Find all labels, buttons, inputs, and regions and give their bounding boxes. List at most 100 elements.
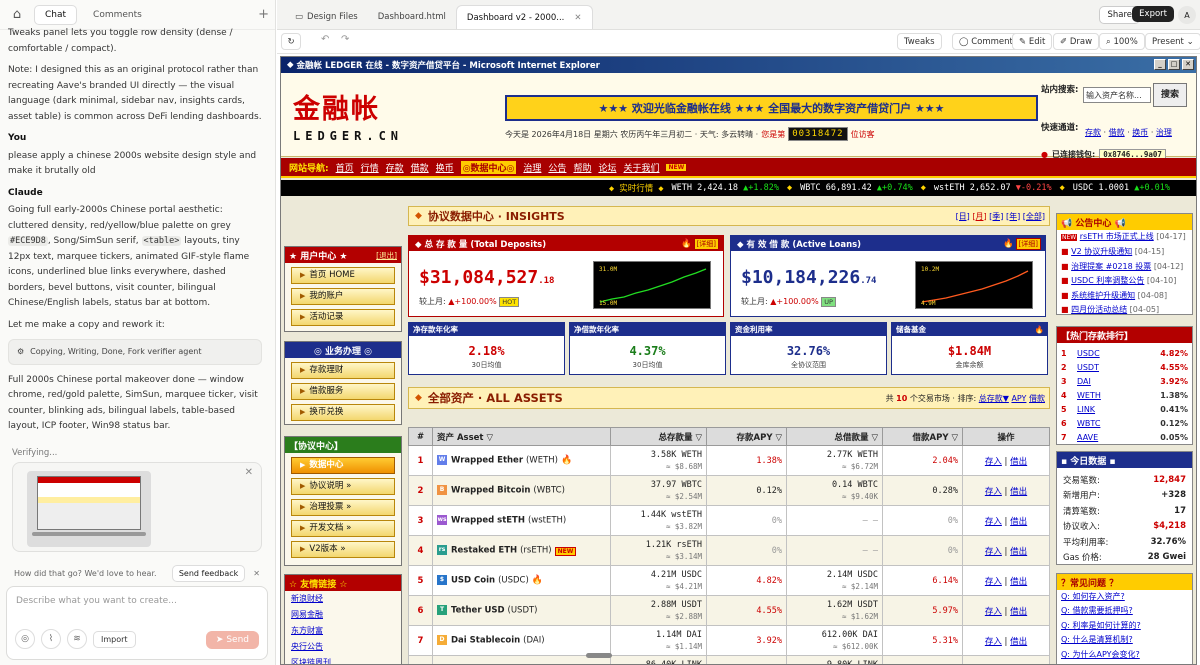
sidebar-item-activity[interactable]: ▶ 活动记录 bbox=[291, 309, 395, 326]
search-input[interactable]: 输入资产名称... bbox=[1083, 87, 1151, 103]
nav-item[interactable]: 换币 bbox=[436, 161, 454, 174]
settings-icon[interactable]: ◎ bbox=[15, 629, 35, 649]
announcement-link[interactable]: 系统维护升级通知 bbox=[1071, 291, 1135, 300]
deposit-link[interactable]: 存入 bbox=[985, 637, 1002, 647]
nav-item[interactable]: 存款 bbox=[386, 161, 404, 174]
close-icon[interactable]: ✕ bbox=[253, 569, 260, 578]
undo-icon[interactable]: ↶ bbox=[321, 34, 329, 45]
import-button[interactable]: Import bbox=[93, 630, 136, 648]
col-asset[interactable]: 资产 Asset ▽ bbox=[432, 427, 611, 446]
friend-link[interactable]: 区块链周刊 bbox=[285, 655, 401, 664]
asset-cell[interactable]: T Tether USD (USDT) bbox=[432, 595, 611, 626]
logout-link[interactable]: [退出] bbox=[376, 250, 397, 261]
period-link[interactable]: [季] bbox=[989, 212, 1003, 221]
rank-item[interactable]: 1 USDC 4.82% bbox=[1057, 346, 1192, 360]
attach-icon[interactable]: ⌇ bbox=[41, 629, 61, 649]
announcement-item[interactable]: ■ 治理提案 #0218 投票 [04-12] bbox=[1057, 260, 1192, 274]
friend-link[interactable]: 网易金融 bbox=[285, 607, 401, 623]
sidebar-item-data-center[interactable]: ▶ 数据中心 bbox=[291, 457, 395, 474]
search-button[interactable]: 搜索 bbox=[1153, 83, 1187, 107]
asset-cell[interactable]: B Wrapped Bitcoin (WBTC) bbox=[432, 475, 611, 506]
asset-cell[interactable]: $ USD Coin (USDC) 🔥 bbox=[432, 565, 611, 596]
send-button[interactable]: ➤ Send bbox=[205, 631, 259, 649]
file-tab-dashboard-v2[interactable]: Dashboard v2 - 2000... ✕ bbox=[455, 5, 593, 29]
quick-link[interactable]: 治理 bbox=[1156, 128, 1172, 137]
col-borrows[interactable]: 总借款量 ▽ bbox=[786, 427, 883, 446]
reload-icon[interactable]: ↻ bbox=[281, 33, 301, 50]
borrow-link[interactable]: 借出 bbox=[1010, 577, 1027, 587]
friend-link[interactable]: 央行公告 bbox=[285, 639, 401, 655]
announcement-link[interactable]: rsETH 市场正式上线 bbox=[1080, 232, 1154, 241]
deposit-link[interactable]: 存入 bbox=[985, 457, 1002, 467]
tab-comments[interactable]: Comments bbox=[83, 6, 152, 24]
period-link[interactable]: [全部] bbox=[1023, 212, 1045, 221]
sidebar-item-docs[interactable]: ▶ 协议说明 » bbox=[291, 478, 395, 495]
comment-button[interactable]: ◯ Comment bbox=[952, 33, 1020, 50]
close-icon[interactable]: ✕ bbox=[245, 467, 253, 478]
sidebar-item-devdocs[interactable]: ▶ 开发文档 » bbox=[291, 520, 395, 537]
col-deposit-apy[interactable]: 存款APY ▽ bbox=[706, 427, 787, 446]
close-icon[interactable]: ✕ bbox=[1182, 59, 1194, 70]
file-tab-dashboard[interactable]: Dashboard.html bbox=[368, 5, 456, 29]
borrow-link[interactable]: 借出 bbox=[1010, 457, 1027, 467]
close-icon[interactable]: ✕ bbox=[574, 13, 581, 23]
announcement-link[interactable]: 四月份活动总结 bbox=[1071, 305, 1127, 314]
rank-item[interactable]: 6 WBTC 0.12% bbox=[1057, 416, 1192, 430]
rank-symbol[interactable]: USDC bbox=[1077, 349, 1100, 358]
sort-link[interactable]: APY bbox=[1011, 394, 1026, 403]
friend-link[interactable]: 新浪财经 bbox=[285, 591, 401, 607]
faq-link[interactable]: Q: 为什么APY会变化? bbox=[1057, 648, 1192, 662]
deposit-link[interactable]: 存入 bbox=[985, 487, 1002, 497]
rank-symbol[interactable]: USDT bbox=[1077, 363, 1099, 372]
nav-item[interactable]: 借款 bbox=[411, 161, 429, 174]
borrow-link[interactable]: 借出 bbox=[1010, 607, 1027, 617]
detail-link[interactable]: [详细] bbox=[1015, 237, 1041, 250]
period-link[interactable]: [日] bbox=[956, 212, 970, 221]
tweaks-button[interactable]: Tweaks bbox=[897, 33, 942, 50]
nav-item[interactable]: 论坛 bbox=[598, 161, 616, 174]
draw-button[interactable]: ✐ Draw bbox=[1053, 33, 1100, 50]
agent-activity-pill[interactable]: ⚙ Copying, Writing, Done, Fork verifier a… bbox=[8, 339, 262, 365]
rank-symbol[interactable]: LINK bbox=[1077, 405, 1095, 414]
nav-item[interactable]: 关于我们 bbox=[623, 161, 659, 174]
period-link[interactable]: [年] bbox=[1006, 212, 1020, 221]
announcement-link[interactable]: V2 协议升级通知 bbox=[1071, 247, 1132, 256]
faq-link[interactable]: Q: 什么是清算机制? bbox=[1057, 633, 1192, 647]
site-logo[interactable]: 金融帐 bbox=[293, 87, 380, 126]
nav-item-active[interactable]: ◎数据中心◎ bbox=[460, 160, 517, 174]
col-borrow-apy[interactable]: 借款APY ▽ bbox=[882, 427, 963, 446]
announcement-item[interactable]: ■ 系统维护升级通知 [04-08] bbox=[1057, 289, 1192, 303]
redo-icon[interactable]: ↷ bbox=[341, 34, 349, 45]
rank-item[interactable]: 7 AAVE 0.05% bbox=[1057, 430, 1192, 444]
composer[interactable]: Describe what you want to create... ◎ ⌇ … bbox=[6, 586, 268, 660]
sidebar-item-v2[interactable]: ▶ V2版本 » bbox=[291, 541, 395, 558]
new-chat-icon[interactable]: + bbox=[258, 7, 269, 22]
quick-link[interactable]: 存款 bbox=[1085, 128, 1101, 137]
zoom-button[interactable]: ⌕ 100% bbox=[1099, 33, 1145, 50]
export-button[interactable]: Export bbox=[1132, 6, 1174, 22]
announcement-item[interactable]: ■ V2 协议升级通知 [04-15] bbox=[1057, 245, 1192, 259]
minimize-icon[interactable]: _ bbox=[1154, 59, 1166, 70]
announcement-link[interactable]: 治理提案 #0218 投票 bbox=[1071, 262, 1151, 271]
col-deposits[interactable]: 总存款量 ▽ bbox=[610, 427, 707, 446]
deposit-link[interactable]: 存入 bbox=[985, 607, 1002, 617]
friend-link[interactable]: 东方财富 bbox=[285, 623, 401, 639]
asset-cell[interactable]: W Wrapped Ether (WETH) 🔥 bbox=[432, 445, 611, 476]
deposit-link[interactable]: 存入 bbox=[985, 547, 1002, 557]
quick-link[interactable]: 换币 bbox=[1132, 128, 1148, 137]
borrow-link[interactable]: 借出 bbox=[1010, 487, 1027, 497]
borrow-link[interactable]: 借出 bbox=[1010, 517, 1027, 527]
maximize-icon[interactable]: □ bbox=[1168, 59, 1180, 70]
deposit-link[interactable]: 存入 bbox=[985, 577, 1002, 587]
nav-item[interactable]: 帮助 bbox=[573, 161, 591, 174]
deposit-link[interactable]: 存入 bbox=[985, 517, 1002, 527]
asset-cell[interactable]: rs Restaked ETH (rsETH) NEW bbox=[432, 535, 611, 566]
period-link-active[interactable]: [月] bbox=[972, 212, 986, 221]
nav-item[interactable]: 治理 bbox=[523, 161, 541, 174]
sort-link[interactable]: 总存款▼ bbox=[979, 394, 1009, 403]
rank-item[interactable]: 2 USDT 4.55% bbox=[1057, 360, 1192, 374]
sidebar-item-swap[interactable]: ▶ 换币兑换 bbox=[291, 404, 395, 421]
tab-chat[interactable]: Chat bbox=[34, 4, 78, 25]
asset-cell[interactable]: LChainlink (LINK) bbox=[432, 655, 611, 664]
sort-link[interactable]: 借款 bbox=[1029, 394, 1045, 403]
